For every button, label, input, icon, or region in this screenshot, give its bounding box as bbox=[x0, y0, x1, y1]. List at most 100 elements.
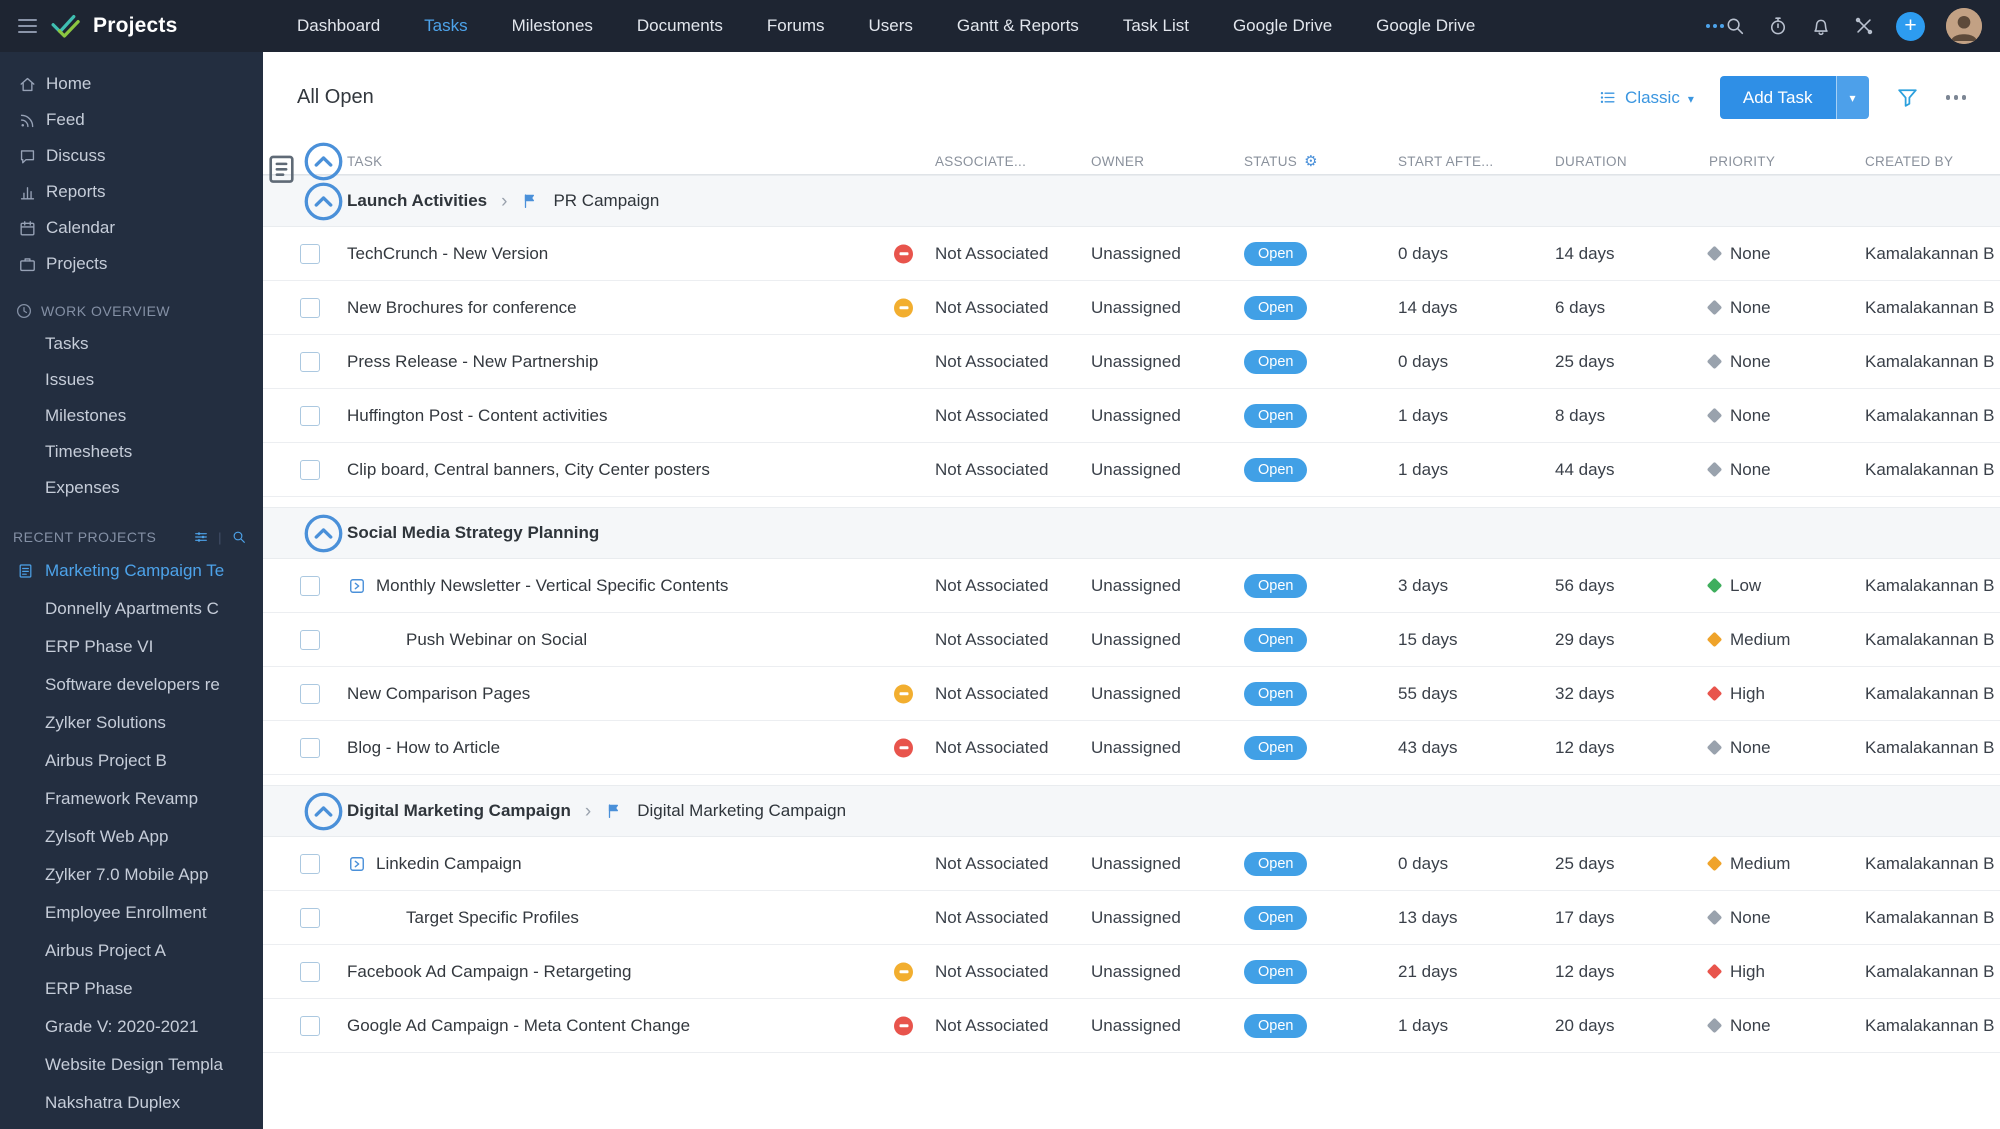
priority-cell[interactable]: None bbox=[1706, 244, 1865, 264]
priority-cell[interactable]: High bbox=[1706, 684, 1865, 704]
sidebar-item-home[interactable]: Home bbox=[0, 66, 263, 102]
milestone-name[interactable]: PR Campaign bbox=[553, 191, 659, 211]
view-selector[interactable]: Classic bbox=[1598, 88, 1694, 108]
milestone-name[interactable]: Digital Marketing Campaign bbox=[637, 801, 846, 821]
recent-project-erp-phase-vi[interactable]: ERP Phase VI bbox=[0, 628, 263, 666]
project-filter-icon[interactable] bbox=[193, 529, 209, 545]
priority-cell[interactable]: None bbox=[1706, 460, 1865, 480]
status-badge[interactable]: Open bbox=[1244, 241, 1308, 266]
timer-icon[interactable] bbox=[1767, 15, 1789, 37]
recent-project-donnelly-apartments-c[interactable]: Donnelly Apartments C bbox=[0, 590, 263, 628]
column-associated[interactable]: ASSOCIATE... bbox=[935, 154, 1091, 169]
status-badge[interactable]: Open bbox=[1244, 735, 1308, 760]
work-overview-header[interactable]: WORK OVERVIEW bbox=[0, 296, 263, 326]
recent-project-nakshatra-duplex[interactable]: Nakshatra Duplex bbox=[0, 1084, 263, 1122]
sidebar-item-calendar[interactable]: Calendar bbox=[0, 210, 263, 246]
task-name[interactable]: Linkedin Campaign bbox=[376, 854, 522, 874]
column-owner[interactable]: OWNER bbox=[1091, 154, 1244, 169]
filter-icon[interactable] bbox=[1895, 85, 1920, 110]
task-checkbox[interactable] bbox=[300, 575, 320, 596]
task-name[interactable]: Clip board, Central banners, City Center… bbox=[347, 460, 710, 480]
task-row[interactable]: Clip board, Central banners, City Center… bbox=[263, 443, 2000, 497]
sidebar-item-reports[interactable]: Reports bbox=[0, 174, 263, 210]
nav-item-dashboard[interactable]: Dashboard bbox=[297, 16, 380, 36]
work-overview-item-issues[interactable]: Issues bbox=[0, 362, 263, 398]
nav-item-documents[interactable]: Documents bbox=[637, 16, 723, 36]
task-checkbox[interactable] bbox=[300, 297, 320, 318]
task-name[interactable]: Monthly Newsletter - Vertical Specific C… bbox=[376, 576, 728, 596]
task-checkbox[interactable] bbox=[300, 1015, 320, 1036]
column-status[interactable]: STATUS bbox=[1244, 152, 1398, 170]
project-search-icon[interactable] bbox=[231, 529, 247, 545]
notifications-bell-icon[interactable] bbox=[1810, 15, 1832, 37]
subtask-expander-icon[interactable] bbox=[347, 576, 367, 596]
priority-cell[interactable]: Low bbox=[1706, 576, 1865, 596]
user-avatar[interactable] bbox=[1946, 8, 1982, 44]
status-badge[interactable]: Open bbox=[1244, 573, 1308, 598]
recent-project-airbus-project-a[interactable]: Airbus Project A bbox=[0, 932, 263, 970]
task-name[interactable]: Press Release - New Partnership bbox=[347, 352, 598, 372]
search-icon[interactable] bbox=[1724, 15, 1746, 37]
task-row[interactable]: Press Release - New Partnership Not Assoc… bbox=[263, 335, 2000, 389]
task-row[interactable]: Push Webinar on Social Not Associated Unas… bbox=[263, 613, 2000, 667]
task-checkbox[interactable] bbox=[300, 853, 320, 874]
task-row[interactable]: Target Specific Profiles Not Associated Un… bbox=[263, 891, 2000, 945]
task-checkbox[interactable] bbox=[300, 459, 320, 480]
recent-project-framework-revamp[interactable]: Framework Revamp bbox=[0, 780, 263, 818]
priority-cell[interactable]: High bbox=[1706, 962, 1865, 982]
column-priority[interactable]: PRIORITY bbox=[1709, 154, 1865, 169]
priority-cell[interactable]: None bbox=[1706, 298, 1865, 318]
task-name[interactable]: TechCrunch - New Version bbox=[347, 244, 548, 264]
status-badge[interactable]: Open bbox=[1244, 681, 1308, 706]
work-overview-item-milestones[interactable]: Milestones bbox=[0, 398, 263, 434]
task-checkbox[interactable] bbox=[300, 961, 320, 982]
add-task-dropdown-button[interactable] bbox=[1835, 76, 1869, 119]
group-title[interactable]: Social Media Strategy Planning bbox=[347, 523, 599, 543]
task-row[interactable]: New Brochures for conference Not Associat… bbox=[263, 281, 2000, 335]
status-badge[interactable]: Open bbox=[1244, 959, 1308, 984]
nav-item-task-list[interactable]: Task List bbox=[1123, 16, 1189, 36]
nav-item-google-drive[interactable]: Google Drive bbox=[1233, 16, 1332, 36]
task-checkbox[interactable] bbox=[300, 629, 320, 650]
group-title[interactable]: Launch Activities bbox=[347, 191, 487, 211]
task-row[interactable]: Facebook Ad Campaign - Retargeting Not As… bbox=[263, 945, 2000, 999]
task-name[interactable]: New Brochures for conference bbox=[347, 298, 577, 318]
nav-item-milestones[interactable]: Milestones bbox=[512, 16, 593, 36]
subtask-expander-icon[interactable] bbox=[347, 854, 367, 874]
task-name[interactable]: Target Specific Profiles bbox=[347, 908, 579, 928]
recent-project-grade-v-2020-2021[interactable]: Grade V: 2020-2021 bbox=[0, 1008, 263, 1046]
priority-cell[interactable]: Medium bbox=[1706, 854, 1865, 874]
priority-cell[interactable]: None bbox=[1706, 406, 1865, 426]
nav-item-google-drive-2[interactable]: Google Drive bbox=[1376, 16, 1475, 36]
nav-item-users[interactable]: Users bbox=[869, 16, 913, 36]
status-badge[interactable]: Open bbox=[1244, 403, 1308, 428]
column-start-after[interactable]: START AFTE... bbox=[1398, 154, 1555, 169]
work-overview-item-expenses[interactable]: Expenses bbox=[0, 470, 263, 506]
sidebar-item-discuss[interactable]: Discuss bbox=[0, 138, 263, 174]
nav-item-forums[interactable]: Forums bbox=[767, 16, 825, 36]
task-name[interactable]: Facebook Ad Campaign - Retargeting bbox=[347, 962, 631, 982]
recent-project-zylsoft-web-app[interactable]: Zylsoft Web App bbox=[0, 818, 263, 856]
task-row[interactable]: Linkedin Campaign Not Associated Unassigne… bbox=[263, 837, 2000, 891]
menu-icon[interactable] bbox=[18, 15, 37, 37]
status-badge[interactable]: Open bbox=[1244, 851, 1308, 876]
column-created-by[interactable]: CREATED BY bbox=[1865, 154, 2000, 169]
task-checkbox[interactable] bbox=[300, 351, 320, 372]
task-checkbox[interactable] bbox=[300, 405, 320, 426]
task-name[interactable]: Google Ad Campaign - Meta Content Change bbox=[347, 1016, 690, 1036]
nav-item-gantt-reports[interactable]: Gantt & Reports bbox=[957, 16, 1079, 36]
recent-project-erp-phase[interactable]: ERP Phase bbox=[0, 970, 263, 1008]
task-name[interactable]: Push Webinar on Social bbox=[347, 630, 587, 650]
task-checkbox[interactable] bbox=[300, 907, 320, 928]
task-checkbox[interactable] bbox=[300, 243, 320, 264]
status-badge[interactable]: Open bbox=[1244, 905, 1308, 930]
recent-project-airbus-project-b[interactable]: Airbus Project B bbox=[0, 742, 263, 780]
more-options-button[interactable] bbox=[1945, 89, 1966, 106]
task-name[interactable]: Huffington Post - Content activities bbox=[347, 406, 608, 426]
recent-project-zylker-solutions[interactable]: Zylker Solutions bbox=[0, 704, 263, 742]
priority-cell[interactable]: Medium bbox=[1706, 630, 1865, 650]
priority-cell[interactable]: None bbox=[1706, 908, 1865, 928]
work-overview-item-tasks[interactable]: Tasks bbox=[0, 326, 263, 362]
bulk-select-icon[interactable] bbox=[263, 150, 300, 187]
task-name[interactable]: Blog - How to Article bbox=[347, 738, 500, 758]
